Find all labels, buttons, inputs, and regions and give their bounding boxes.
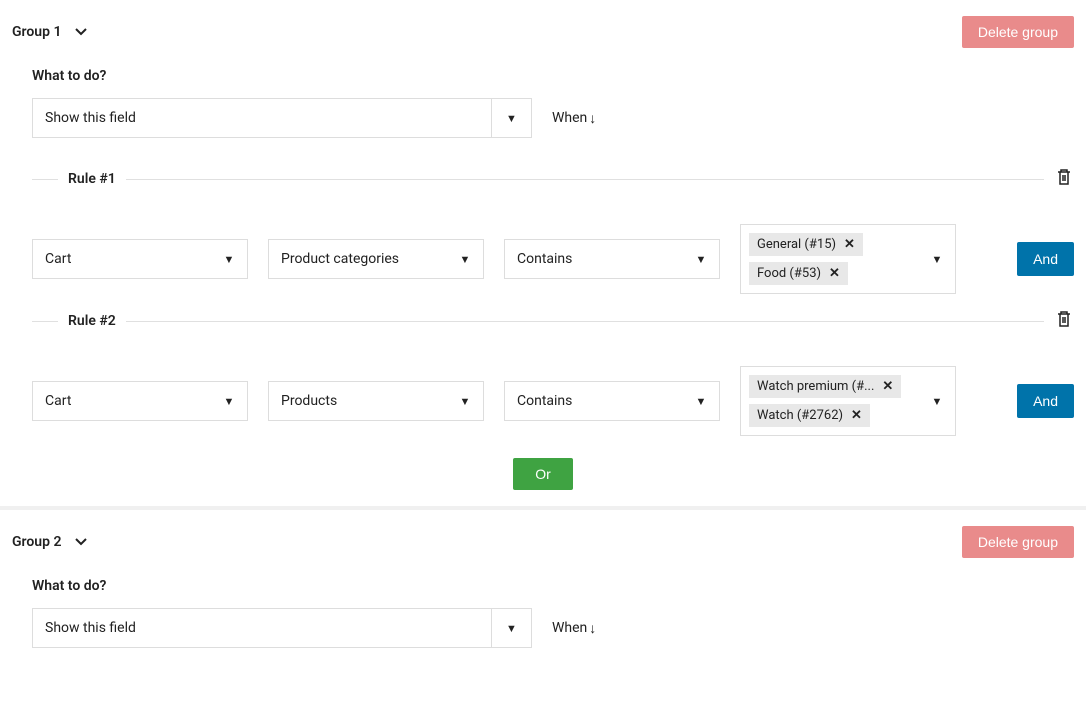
operator-select[interactable]: Contains ▼ (504, 381, 720, 421)
tag-container: Watch premium (#... ✕ Watch (#2762) ✕ (741, 367, 919, 435)
rule-fields: Cart ▼ Product categories ▼ Contains ▼ G… (32, 224, 1074, 294)
group-1: Group 1 Delete group What to do? Show th… (0, 0, 1086, 510)
delete-group-button[interactable]: Delete group (962, 526, 1074, 558)
when-label: When ↓ (552, 620, 596, 637)
what-to-do-row: Show this field ▼ When ↓ (32, 608, 1074, 648)
close-icon[interactable]: ✕ (829, 266, 840, 281)
group-2: Group 2 Delete group What to do? Show th… (0, 510, 1086, 664)
rule-1: Rule #1 Cart ▼ Product categories ▼ Cont… (12, 166, 1074, 294)
rule-fields: Cart ▼ Products ▼ Contains ▼ Watch premi… (32, 366, 1074, 436)
caret-down-icon: ▼ (447, 240, 483, 278)
divider (126, 321, 1044, 322)
and-button[interactable]: And (1017, 384, 1074, 418)
caret-down-icon: ▼ (491, 99, 531, 137)
attribute-select[interactable]: Products ▼ (268, 381, 484, 421)
close-icon[interactable]: ✕ (851, 408, 862, 423)
action-select[interactable]: Show this field ▼ (32, 608, 532, 648)
what-to-do-label: What to do? (32, 68, 1074, 84)
group-title-toggle[interactable]: Group 1 (12, 24, 87, 40)
delete-group-button[interactable]: Delete group (962, 16, 1074, 48)
tag-label: Food (#53) (757, 266, 821, 281)
operator-value: Contains (505, 393, 683, 409)
attribute-select[interactable]: Product categories ▼ (268, 239, 484, 279)
tag-container: General (#15) ✕ Food (#53) ✕ (741, 225, 919, 293)
action-select-value: Show this field (33, 620, 491, 636)
what-to-do-section: What to do? Show this field ▼ When ↓ (12, 68, 1074, 138)
tag: Food (#53) ✕ (749, 262, 848, 285)
divider (126, 179, 1044, 180)
or-button[interactable]: Or (513, 458, 573, 490)
what-to-do-label: What to do? (32, 578, 1074, 594)
caret-down-icon: ▼ (683, 240, 719, 278)
caret-down-icon: ▼ (491, 609, 531, 647)
what-to-do-row: Show this field ▼ When ↓ (32, 98, 1074, 138)
value-multiselect[interactable]: General (#15) ✕ Food (#53) ✕ ▼ (740, 224, 956, 294)
source-select[interactable]: Cart ▼ (32, 239, 248, 279)
action-select-value: Show this field (33, 110, 491, 126)
tag-label: Watch (#2762) (757, 408, 843, 423)
tag: Watch (#2762) ✕ (749, 404, 870, 427)
arrow-down-icon: ↓ (589, 620, 596, 637)
caret-down-icon: ▼ (919, 225, 955, 293)
caret-down-icon: ▼ (919, 367, 955, 435)
rule-title: Rule #2 (58, 313, 126, 329)
caret-down-icon: ▼ (683, 382, 719, 420)
group-title-text: Group 2 (12, 534, 61, 550)
what-to-do-section: What to do? Show this field ▼ When ↓ (12, 578, 1074, 648)
close-icon[interactable]: ✕ (844, 237, 855, 252)
rule-title: Rule #1 (58, 171, 126, 187)
action-select[interactable]: Show this field ▼ (32, 98, 532, 138)
attribute-value: Product categories (269, 251, 447, 267)
group-header: Group 2 Delete group (12, 526, 1074, 558)
source-value: Cart (33, 251, 211, 267)
group-title-text: Group 1 (12, 24, 61, 40)
operator-value: Contains (505, 251, 683, 267)
tag: Watch premium (#... ✕ (749, 375, 901, 398)
trash-icon[interactable] (1054, 166, 1074, 192)
caret-down-icon: ▼ (447, 382, 483, 420)
source-select[interactable]: Cart ▼ (32, 381, 248, 421)
arrow-down-icon: ↓ (589, 110, 596, 127)
source-value: Cart (33, 393, 211, 409)
trash-icon[interactable] (1054, 308, 1074, 334)
operator-select[interactable]: Contains ▼ (504, 239, 720, 279)
caret-down-icon: ▼ (211, 240, 247, 278)
group-header: Group 1 Delete group (12, 16, 1074, 48)
group-title-toggle[interactable]: Group 2 (12, 534, 87, 550)
close-icon[interactable]: ✕ (882, 379, 893, 394)
tag-label: Watch premium (#... (757, 379, 874, 394)
divider (32, 179, 58, 180)
rule-2: Rule #2 Cart ▼ Products ▼ Contains ▼ (12, 308, 1074, 436)
and-button[interactable]: And (1017, 242, 1074, 276)
value-multiselect[interactable]: Watch premium (#... ✕ Watch (#2762) ✕ ▼ (740, 366, 956, 436)
tag-label: General (#15) (757, 237, 836, 252)
rule-header: Rule #1 (32, 166, 1074, 192)
attribute-value: Products (269, 393, 447, 409)
rule-header: Rule #2 (32, 308, 1074, 334)
caret-down-icon: ▼ (211, 382, 247, 420)
or-row: Or (12, 458, 1074, 490)
tag: General (#15) ✕ (749, 233, 863, 256)
divider (32, 321, 58, 322)
chevron-down-icon (75, 25, 87, 39)
chevron-down-icon (75, 535, 87, 549)
when-label: When ↓ (552, 110, 596, 127)
